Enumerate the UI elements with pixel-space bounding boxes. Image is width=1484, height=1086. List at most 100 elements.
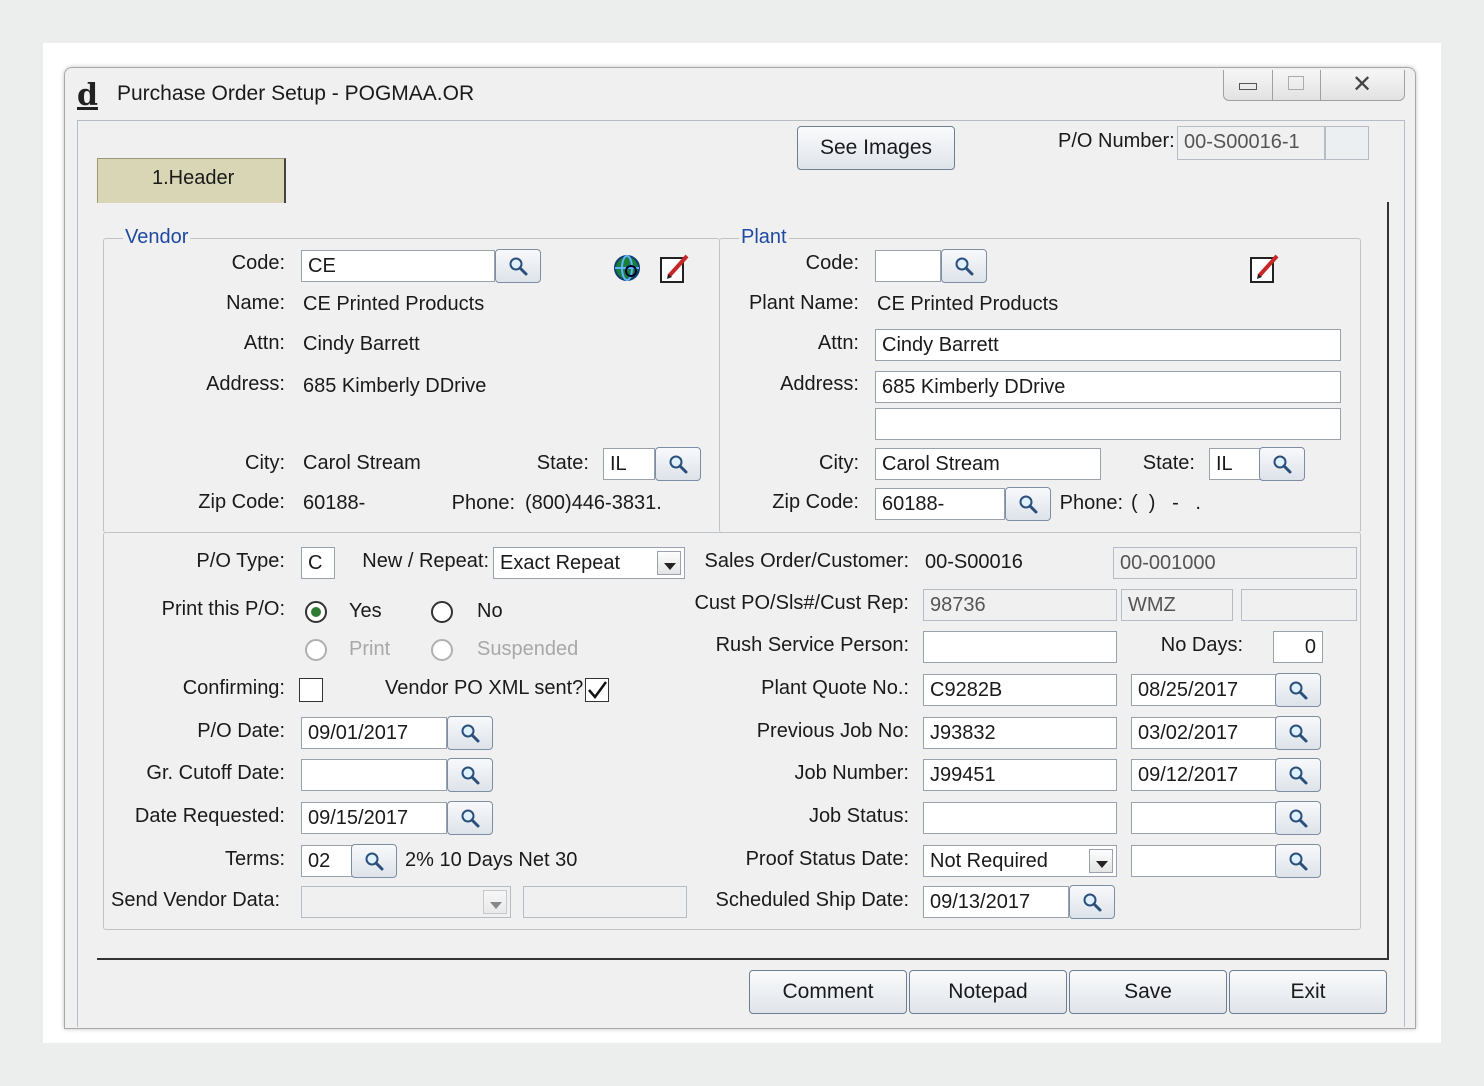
plant-edit-icon[interactable] xyxy=(1249,252,1281,284)
proof-status-date-field[interactable] xyxy=(1131,845,1277,877)
print-suspended-radio[interactable] xyxy=(431,639,453,661)
vendor-attn-label: Attn: xyxy=(243,332,285,354)
plant-state-field[interactable]: IL xyxy=(1209,448,1261,480)
window-controls: ✕ xyxy=(1223,70,1405,101)
po-number-field: 00-S00016-1 xyxy=(1177,126,1325,160)
proof-status-value: Not Required xyxy=(930,850,1048,872)
print-no-radio[interactable] xyxy=(431,601,453,623)
job-status-field[interactable] xyxy=(923,802,1117,834)
vendor-code-field[interactable]: CE xyxy=(301,250,495,282)
send-vendor-data-field xyxy=(523,886,687,918)
chevron-down-icon[interactable] xyxy=(657,551,681,575)
terms-code-field[interactable]: 02 xyxy=(301,845,353,877)
chevron-down-icon[interactable] xyxy=(1089,849,1113,873)
new-repeat-select[interactable]: Exact Repeat xyxy=(493,547,685,579)
see-images-button[interactable]: See Images xyxy=(797,126,955,170)
vendor-attn-value: Cindy Barrett xyxy=(303,333,420,355)
plant-legend: Plant xyxy=(739,226,789,249)
window-title: Purchase Order Setup - POGMAA.OR xyxy=(117,82,475,105)
plant-code-field[interactable] xyxy=(875,250,941,282)
po-date-lookup-button[interactable] xyxy=(447,716,493,750)
save-button[interactable]: Save xyxy=(1069,970,1227,1014)
plant-quote-label: Plant Quote No.: xyxy=(761,677,909,699)
terms-lookup-button[interactable] xyxy=(351,844,397,878)
plant-phone-value: ( ) - . xyxy=(1131,492,1201,514)
tab-header[interactable]: 1.Header xyxy=(97,158,286,203)
customer-field: 00-001000 xyxy=(1113,547,1357,579)
plant-attn-field[interactable]: Cindy Barrett xyxy=(875,329,1341,361)
search-icon xyxy=(1019,495,1038,514)
vendor-city-label: City: xyxy=(245,452,285,474)
search-icon xyxy=(461,724,480,743)
send-vendor-data-select[interactable] xyxy=(301,886,511,918)
po-number-button[interactable] xyxy=(1325,126,1369,160)
print-print-radio[interactable] xyxy=(305,639,327,661)
plant-zip-lookup-button[interactable] xyxy=(1005,487,1051,521)
rush-service-label: Rush Service Person: xyxy=(715,634,909,656)
comment-button[interactable]: Comment xyxy=(749,970,907,1014)
cutoff-date-field[interactable] xyxy=(301,759,447,791)
search-icon xyxy=(1289,809,1308,828)
close-button[interactable]: ✕ xyxy=(1320,70,1404,100)
po-date-field[interactable]: 09/01/2017 xyxy=(301,717,447,749)
previous-job-field[interactable]: J93832 xyxy=(923,717,1117,749)
search-icon xyxy=(365,852,384,871)
chevron-down-icon[interactable] xyxy=(483,890,507,914)
vendor-code-label: Code: xyxy=(231,252,285,274)
cutoff-date-lookup-button[interactable] xyxy=(447,758,493,792)
print-no-label: No xyxy=(477,600,503,622)
plant-zip-field[interactable]: 60188- xyxy=(875,488,1005,520)
proof-status-lookup-button[interactable] xyxy=(1275,844,1321,878)
exit-button[interactable]: Exit xyxy=(1229,970,1387,1014)
search-icon xyxy=(461,766,480,785)
plant-state-lookup-button[interactable] xyxy=(1259,447,1305,481)
previous-job-lookup-button[interactable] xyxy=(1275,716,1321,750)
vendor-edit-icon[interactable] xyxy=(659,252,691,284)
search-icon xyxy=(1289,681,1308,700)
print-yes-radio[interactable] xyxy=(305,601,327,623)
confirming-checkbox[interactable] xyxy=(299,678,323,702)
notepad-button[interactable]: Notepad xyxy=(909,970,1067,1014)
proof-status-label: Proof Status Date: xyxy=(745,848,909,870)
vendor-code-lookup-button[interactable] xyxy=(495,249,541,283)
minimize-button[interactable] xyxy=(1224,70,1273,100)
print-print-label: Print xyxy=(349,638,391,660)
plant-quote-lookup-button[interactable] xyxy=(1275,673,1321,707)
vendor-xml-checkbox[interactable] xyxy=(585,678,609,702)
vendor-address-label: Address: xyxy=(206,373,285,395)
po-type-field[interactable]: C xyxy=(301,547,335,579)
job-number-lookup-button[interactable] xyxy=(1275,758,1321,792)
job-number-field[interactable]: J99451 xyxy=(923,759,1117,791)
plant-quote-field[interactable]: C9282B xyxy=(923,674,1117,706)
proof-status-select[interactable]: Not Required xyxy=(923,845,1117,877)
ship-date-lookup-button[interactable] xyxy=(1069,885,1115,919)
vendor-state-lookup-button[interactable] xyxy=(655,447,701,481)
no-days-field[interactable]: 0 xyxy=(1273,631,1323,663)
confirming-label: Confirming: xyxy=(182,677,285,699)
plant-phone-label: Phone: xyxy=(1059,492,1123,514)
job-status-date-field[interactable] xyxy=(1131,802,1277,834)
vendor-state-field[interactable]: IL xyxy=(603,448,655,480)
plant-name-label: Plant Name: xyxy=(748,292,859,314)
plant-address1-field[interactable]: 685 Kimberly DDrive xyxy=(875,371,1341,403)
vendor-xml-label: Vendor PO XML sent? xyxy=(385,677,584,699)
globe-search-icon[interactable] xyxy=(613,254,641,282)
plant-address2-field[interactable] xyxy=(875,408,1341,440)
maximize-button[interactable] xyxy=(1272,70,1321,100)
exit-button-label: Exit xyxy=(1290,980,1326,1003)
ship-date-field[interactable]: 09/13/2017 xyxy=(923,886,1069,918)
search-icon xyxy=(1083,893,1102,912)
notepad-button-label: Notepad xyxy=(948,980,1028,1003)
po-date-label: P/O Date: xyxy=(197,720,285,742)
cust-rep-field xyxy=(1241,589,1357,621)
date-requested-field[interactable]: 09/15/2017 xyxy=(301,802,447,834)
previous-job-date-field[interactable]: 03/02/2017 xyxy=(1131,717,1277,749)
date-requested-lookup-button[interactable] xyxy=(447,801,493,835)
job-number-date-field[interactable]: 09/12/2017 xyxy=(1131,759,1277,791)
job-status-lookup-button[interactable] xyxy=(1275,801,1321,835)
rush-service-field[interactable] xyxy=(923,631,1117,663)
plant-quote-date-field[interactable]: 08/25/2017 xyxy=(1131,674,1277,706)
plant-code-lookup-button[interactable] xyxy=(941,249,987,283)
vendor-zip-label: Zip Code: xyxy=(198,491,285,513)
plant-city-field[interactable]: Carol Stream xyxy=(875,448,1101,480)
